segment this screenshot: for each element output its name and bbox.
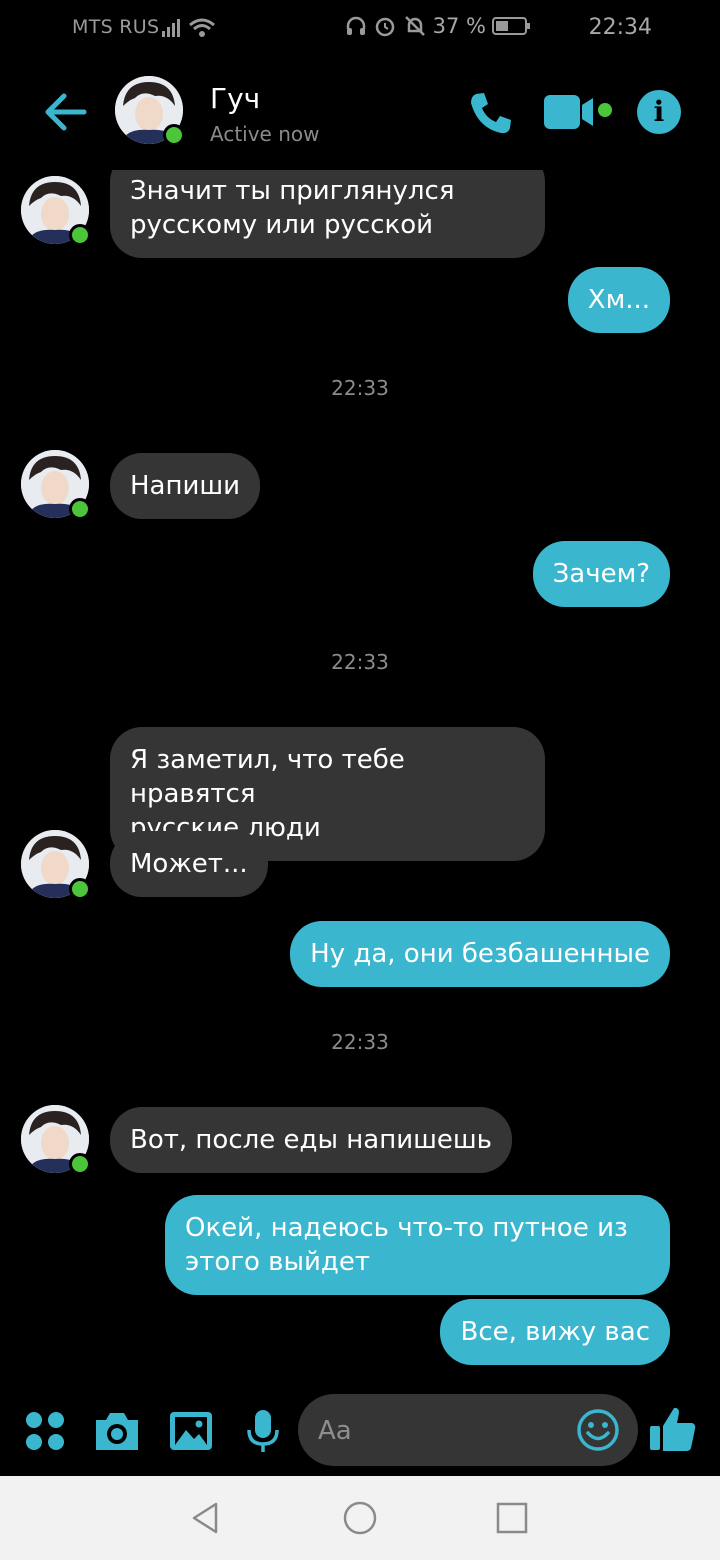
system-nav-bar [0, 1476, 720, 1560]
phone-icon[interactable] [466, 88, 516, 138]
mute-bell-icon [404, 16, 425, 36]
status-icons: 37 % [345, 14, 532, 38]
carrier-label: MTS RUS [72, 16, 160, 38]
headphones-icon [346, 16, 365, 35]
message-incoming[interactable]: Может... [110, 831, 268, 897]
contact-name[interactable]: Гуч [210, 82, 260, 115]
gallery-icon[interactable] [168, 1408, 214, 1454]
sender-avatar[interactable] [21, 830, 91, 900]
chat-header: Гуч Active now i [0, 60, 720, 170]
online-indicator [69, 1153, 91, 1175]
battery-percent: 37 % [432, 14, 486, 38]
video-call-icon[interactable] [543, 92, 615, 132]
message-incoming[interactable]: Напиши [110, 453, 261, 519]
camera-icon[interactable] [94, 1408, 140, 1454]
like-icon[interactable] [648, 1404, 698, 1454]
battery-icon [492, 17, 530, 35]
alarm-icon [375, 17, 394, 37]
nav-recents-icon[interactable] [494, 1500, 530, 1536]
message-outgoing[interactable]: Хм... [567, 267, 670, 333]
sender-avatar[interactable] [21, 450, 91, 520]
online-indicator [163, 124, 185, 146]
sender-avatar[interactable] [21, 1105, 91, 1175]
message-outgoing[interactable]: Ну да, они безбашенные [290, 921, 670, 987]
message-placeholder: Aa [318, 1416, 352, 1446]
online-indicator [69, 498, 91, 520]
online-indicator [69, 224, 91, 246]
message-input[interactable]: Aa [298, 1394, 638, 1466]
message-incoming[interactable]: Вот, после еды напишешь [110, 1107, 512, 1173]
message-incoming[interactable]: Значит ты приглянулся русскому или русск… [110, 170, 545, 258]
status-time: 22:34 [588, 15, 652, 40]
contact-status: Active now [210, 122, 320, 146]
message-composer: Aa [0, 1392, 720, 1476]
timestamp: 22:33 [331, 1030, 389, 1054]
back-arrow-icon[interactable] [40, 86, 92, 138]
message-outgoing[interactable]: Окей, надеюсь что-то путное из этого вый… [165, 1195, 670, 1295]
nav-home-icon[interactable] [342, 1500, 378, 1536]
nav-back-icon[interactable] [188, 1500, 224, 1536]
message-list[interactable]: Значит ты приглянулся русскому или русск… [0, 170, 720, 1390]
apps-icon[interactable] [22, 1408, 68, 1454]
status-bar: MTS RUS 37 % 22:34 [0, 0, 720, 56]
message-outgoing[interactable]: Зачем? [532, 541, 670, 607]
timestamp: 22:33 [331, 376, 389, 400]
info-button[interactable]: i [637, 90, 681, 134]
sender-avatar[interactable] [21, 176, 91, 246]
timestamp: 22:33 [331, 650, 389, 674]
message-outgoing[interactable]: Все, вижу вас [440, 1299, 670, 1365]
contact-avatar[interactable] [115, 76, 185, 146]
emoji-icon[interactable] [576, 1408, 620, 1452]
online-indicator [69, 878, 91, 900]
microphone-icon[interactable] [240, 1408, 286, 1454]
signal-wifi-icon [162, 18, 215, 37]
